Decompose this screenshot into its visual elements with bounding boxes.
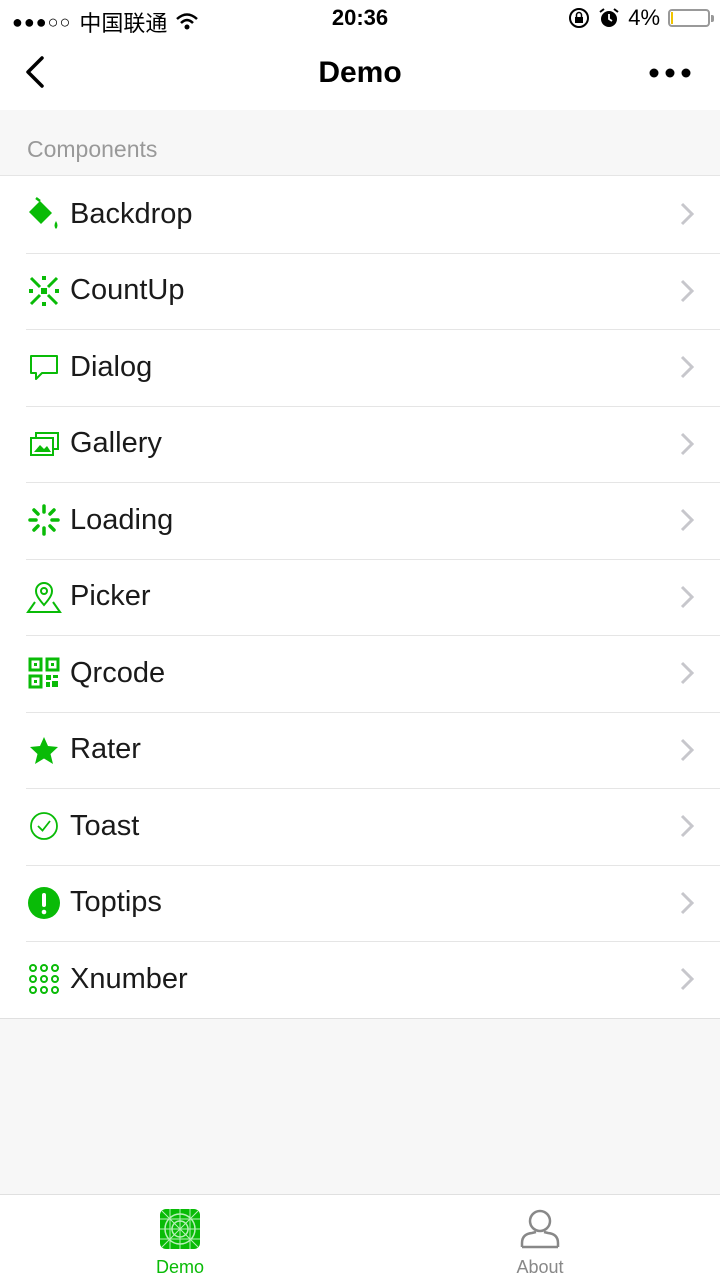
map-pin-icon — [26, 579, 62, 615]
dot-grid-icon — [26, 961, 62, 997]
item-label: Rater — [70, 733, 141, 766]
chevron-right-icon — [680, 814, 694, 838]
item-label: Picker — [70, 580, 151, 613]
demo-tab-icon — [160, 1209, 200, 1249]
chevron-right-icon — [680, 967, 694, 991]
list-item-gallery[interactable]: Gallery — [0, 405, 720, 483]
tab-demo[interactable]: Demo — [0, 1195, 360, 1280]
list-item-toast[interactable]: Toast — [0, 788, 720, 865]
chevron-right-icon — [680, 585, 694, 608]
spinner-icon — [26, 502, 62, 538]
list-item-xnumber[interactable]: Xnumber — [0, 941, 720, 1018]
list-item-picker[interactable]: Picker — [0, 558, 720, 636]
section-title: Components — [27, 136, 158, 162]
image-stack-icon — [26, 426, 62, 462]
status-bar: ●●●○○ 中国联通 20:36 4% — [0, 0, 720, 38]
item-label: Loading — [70, 503, 174, 536]
tab-about[interactable]: About — [360, 1195, 720, 1280]
tab-bar: Demo About — [0, 1194, 720, 1280]
rotation-lock-icon — [569, 8, 590, 28]
chevron-right-icon — [680, 738, 694, 761]
navigation-bar: Demo — [0, 38, 720, 110]
item-label: Gallery — [70, 427, 162, 460]
list-item-loading[interactable]: Loading — [0, 482, 720, 559]
chat-bubble-icon — [26, 349, 62, 385]
item-label: Toptips — [70, 886, 162, 919]
chevron-right-icon — [680, 202, 694, 226]
list-item-qrcode[interactable]: Qrcode — [0, 635, 720, 712]
page-title: Demo — [318, 56, 402, 89]
section-header: Components — [0, 110, 720, 176]
qrcode-icon — [26, 655, 62, 691]
list-item-countup[interactable]: CountUp — [0, 252, 720, 330]
chevron-right-icon — [680, 432, 694, 455]
list-item-dialog[interactable]: Dialog — [0, 329, 720, 406]
star-icon — [26, 732, 62, 768]
battery-percent: 4% — [628, 5, 660, 30]
list-item-toptips[interactable]: Toptips — [0, 864, 720, 942]
item-label: Qrcode — [70, 656, 166, 689]
item-label: Xnumber — [70, 962, 188, 995]
battery-icon — [668, 9, 714, 27]
chevron-right-icon — [680, 279, 694, 302]
status-right: 4% — [568, 5, 714, 31]
list-item-backdrop[interactable]: Backdrop — [0, 176, 720, 253]
user-icon — [520, 1209, 560, 1249]
components-list: Backdrop CountUp Dialog Gallery Loading … — [0, 176, 720, 1019]
check-circle-icon — [26, 808, 62, 844]
chevron-right-icon — [680, 661, 694, 685]
item-label: Dialog — [70, 350, 153, 383]
tab-label: Demo — [155, 1257, 204, 1277]
item-label: Backdrop — [70, 197, 193, 230]
chevron-right-icon — [680, 891, 694, 914]
sparkle-icon — [26, 273, 62, 309]
paint-bucket-icon — [26, 196, 62, 232]
chevron-right-icon — [680, 508, 694, 532]
item-label: CountUp — [70, 274, 185, 307]
list-item-rater[interactable]: Rater — [0, 711, 720, 789]
tab-label: About — [516, 1257, 564, 1277]
more-options-icon[interactable] — [648, 58, 692, 88]
chevron-right-icon — [680, 355, 694, 379]
alarm-icon — [599, 8, 619, 27]
exclamation-circle-icon — [26, 885, 62, 921]
item-label: Toast — [70, 809, 140, 842]
